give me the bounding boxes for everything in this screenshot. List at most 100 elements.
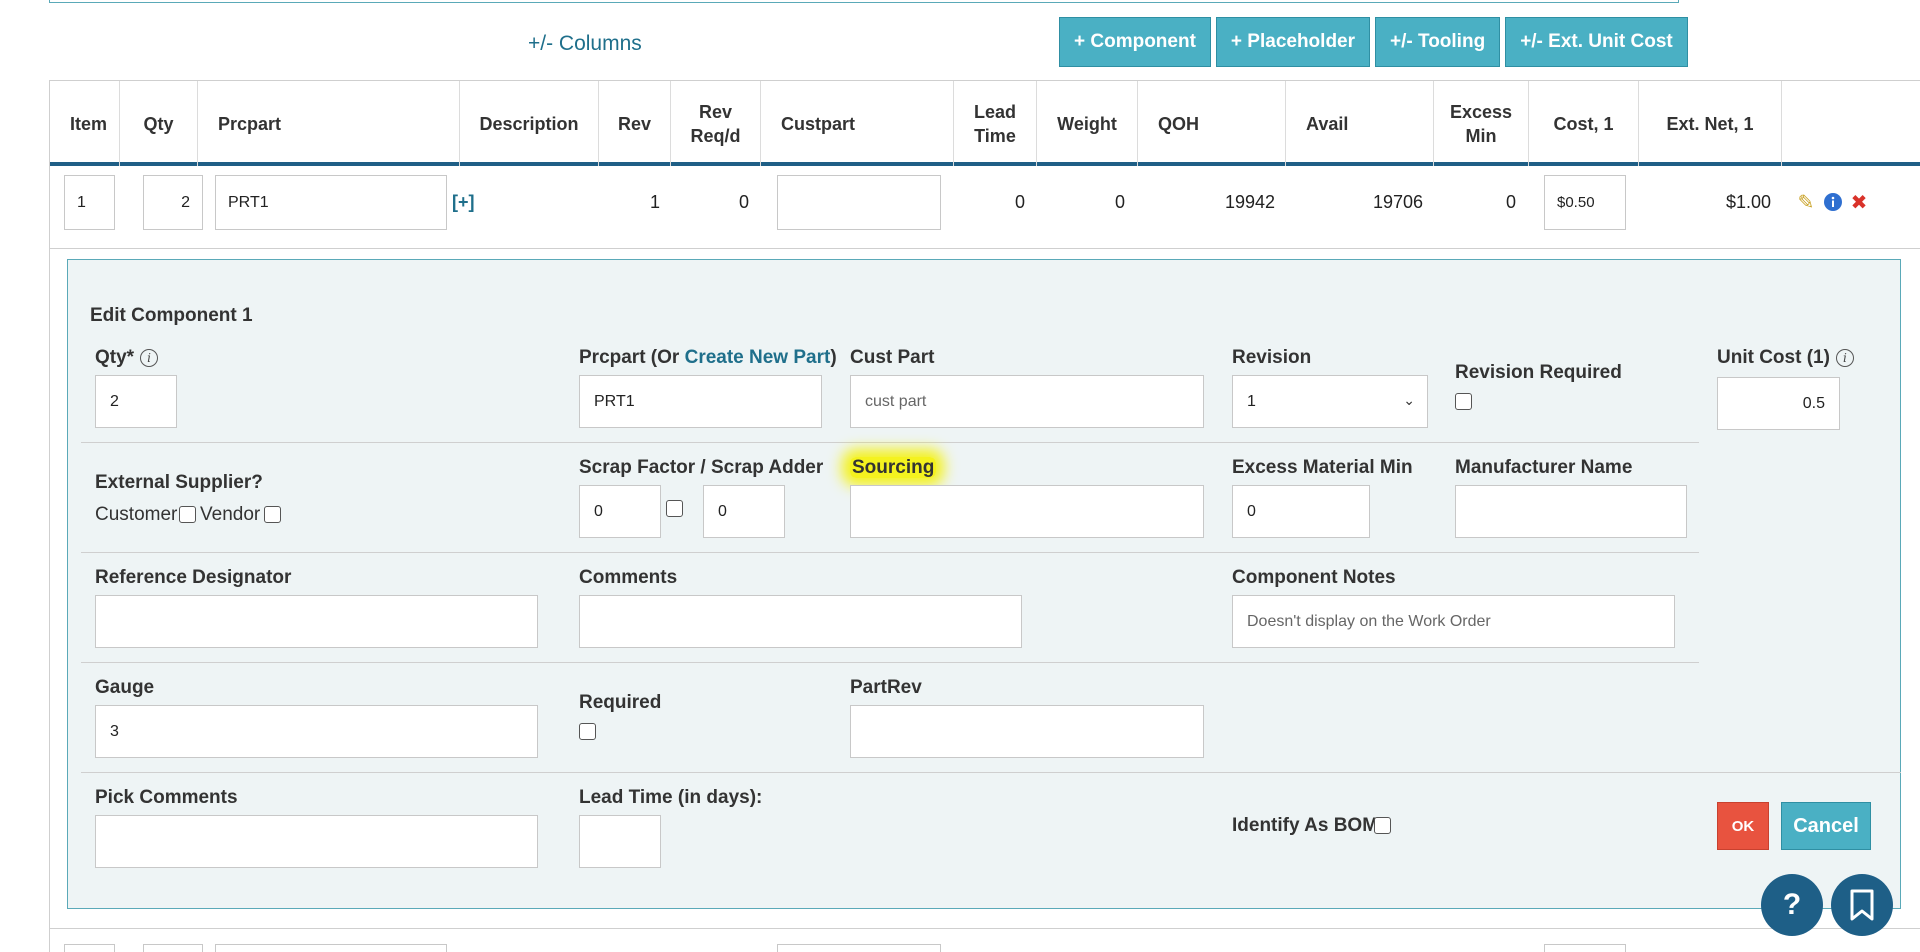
- add-component-button[interactable]: + Component: [1059, 17, 1211, 67]
- info-icon[interactable]: [1822, 192, 1844, 214]
- identify-as-bom-checkbox[interactable]: [1374, 817, 1391, 834]
- vendor-checkbox[interactable]: [264, 506, 281, 523]
- toggle-tooling-button[interactable]: +/- Tooling: [1375, 17, 1501, 67]
- bom-table: Item Qty Prcpart Description Rev Rev Req…: [49, 80, 1920, 952]
- col-actions: [1782, 81, 1920, 166]
- col-qoh[interactable]: QOH: [1138, 81, 1286, 166]
- toggle-ext-unit-cost-button[interactable]: +/- Ext. Unit Cost: [1505, 17, 1688, 67]
- partrev-field[interactable]: [850, 705, 1204, 758]
- revision-label: Revision: [1232, 347, 1312, 368]
- lead-time-label: Lead Time (in days):: [579, 787, 763, 808]
- qty-label: Qty* i: [95, 347, 159, 369]
- prcpart-field[interactable]: PRT1: [579, 375, 822, 428]
- gauge-field[interactable]: 3: [95, 705, 538, 758]
- revision-required-checkbox[interactable]: [1455, 393, 1472, 410]
- cust-part-label: Cust Part: [850, 347, 935, 368]
- top-panel-edge: [49, 0, 1679, 3]
- cost-input[interactable]: $0.50: [1544, 175, 1626, 230]
- add-placeholder-button[interactable]: + Placeholder: [1215, 17, 1371, 67]
- sourcing-label: Sourcing: [850, 457, 937, 478]
- revision-select[interactable]: 1 ⌄: [1232, 375, 1428, 428]
- prcpart-input[interactable]: [215, 944, 447, 952]
- expand-description-link[interactable]: [+]: [452, 175, 475, 230]
- col-qty[interactable]: Qty: [120, 81, 198, 166]
- col-avail[interactable]: Avail: [1286, 81, 1434, 166]
- item-input[interactable]: [64, 944, 115, 952]
- qty-info-icon[interactable]: i: [140, 348, 159, 367]
- custpart-input[interactable]: [777, 175, 941, 230]
- scrap-toggle-checkbox[interactable]: [666, 500, 683, 517]
- customer-checkbox[interactable]: [179, 506, 196, 523]
- col-description[interactable]: Description: [460, 81, 599, 166]
- create-new-part-link[interactable]: Create New Part: [685, 347, 831, 368]
- component-notes-label: Component Notes: [1232, 567, 1396, 588]
- col-lead-time[interactable]: Lead Time: [954, 81, 1037, 166]
- gauge-label: Gauge: [95, 677, 155, 698]
- cancel-button[interactable]: Cancel: [1781, 802, 1871, 850]
- bookmark-icon: [1850, 889, 1874, 921]
- component-notes-field[interactable]: Doesn't display on the Work Order: [1232, 595, 1675, 648]
- pencil-edit-icon[interactable]: ✎: [1795, 192, 1817, 214]
- prcpart-input[interactable]: PRT1: [215, 175, 447, 230]
- customer-label: Customer: [95, 504, 178, 525]
- col-cost[interactable]: Cost, 1: [1529, 81, 1639, 166]
- qty-input[interactable]: 2: [143, 175, 203, 230]
- unit-cost-field[interactable]: 0.5: [1717, 377, 1840, 430]
- col-excess-min[interactable]: Excess Min: [1434, 81, 1529, 166]
- prcpart-label: Prcpart (Or Create New Part): [579, 347, 837, 368]
- col-weight[interactable]: Weight: [1037, 81, 1138, 166]
- excess-material-min-field[interactable]: 0: [1232, 485, 1370, 538]
- cust-part-field[interactable]: cust part: [850, 375, 1204, 428]
- revision-required-label: Revision Required: [1455, 362, 1622, 383]
- col-ext-net[interactable]: Ext. Net, 1: [1639, 81, 1782, 166]
- partrev-label: PartRev: [850, 677, 922, 698]
- unit-cost-label: Unit Cost (1) i: [1717, 347, 1854, 369]
- weight-value: 0: [1115, 192, 1126, 212]
- manufacturer-name-label: Manufacturer Name: [1455, 457, 1633, 478]
- divider: [81, 442, 1699, 443]
- qoh-value: 19942: [1225, 192, 1276, 212]
- col-item[interactable]: Item: [50, 81, 120, 166]
- reference-designator-label: Reference Designator: [95, 567, 292, 588]
- pick-comments-field[interactable]: [95, 815, 538, 868]
- qty-input[interactable]: [143, 944, 203, 952]
- page: +/- Columns + Component + Placeholder +/…: [0, 0, 1920, 952]
- reference-designator-field[interactable]: [95, 595, 538, 648]
- pick-comments-label: Pick Comments: [95, 787, 238, 808]
- scrap-label: Scrap Factor / Scrap Adder: [579, 457, 824, 478]
- chevron-down-icon: ⌄: [1403, 392, 1415, 408]
- divider: [81, 662, 1699, 663]
- question-icon: ?: [1782, 888, 1802, 921]
- required-checkbox[interactable]: [579, 723, 596, 740]
- help-button[interactable]: ?: [1761, 874, 1823, 936]
- col-custpart[interactable]: Custpart: [761, 81, 954, 166]
- table-header: Item Qty Prcpart Description Rev Rev Req…: [50, 81, 1920, 166]
- divider: [81, 772, 1901, 773]
- edit-panel-title: Edit Component 1: [90, 305, 253, 326]
- col-rev-reqd[interactable]: Rev Req/d: [671, 81, 761, 166]
- sourcing-field[interactable]: [850, 485, 1204, 538]
- qty-field[interactable]: 2: [95, 375, 177, 428]
- scrap-factor-field[interactable]: 0: [579, 485, 661, 538]
- ext-net-value: $1.00: [1726, 192, 1772, 212]
- delete-icon[interactable]: ✖: [1848, 192, 1870, 214]
- cost-input[interactable]: [1544, 944, 1626, 952]
- identify-as-bom-label: Identify As BOM:: [1232, 815, 1385, 836]
- custpart-input[interactable]: [777, 944, 941, 952]
- scrap-adder-field[interactable]: 0: [703, 485, 785, 538]
- manufacturer-name-field[interactable]: [1455, 485, 1687, 538]
- external-supplier-label: External Supplier?: [95, 472, 263, 493]
- toggle-columns-link[interactable]: +/- Columns: [528, 32, 642, 56]
- item-input[interactable]: 1: [64, 175, 115, 230]
- avail-value: 19706: [1373, 192, 1424, 212]
- ok-button[interactable]: OK: [1717, 802, 1769, 850]
- required-label: Required: [579, 692, 662, 713]
- lead-time-field[interactable]: [579, 815, 661, 868]
- edit-component-panel: Edit Component 1 Qty* i 2 Prcpart (Or Cre…: [67, 259, 1901, 909]
- col-prcpart[interactable]: Prcpart: [198, 81, 460, 166]
- bookmark-button[interactable]: [1831, 874, 1893, 936]
- rev-reqd-value: 0: [739, 192, 750, 212]
- col-rev[interactable]: Rev: [599, 81, 671, 166]
- unit-cost-info-icon[interactable]: i: [1835, 348, 1854, 367]
- comments-field[interactable]: [579, 595, 1022, 648]
